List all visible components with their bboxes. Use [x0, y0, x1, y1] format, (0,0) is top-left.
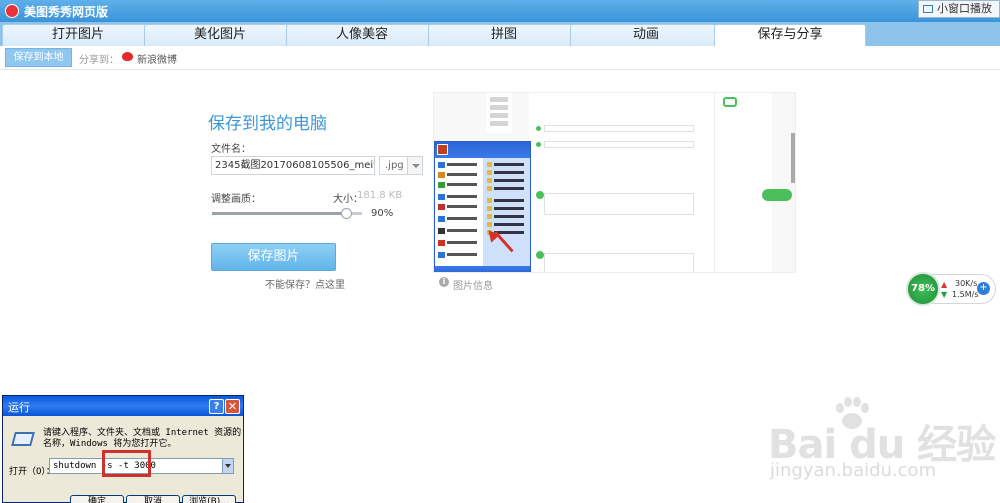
save-local-button[interactable]: 保存到本地	[5, 48, 72, 67]
run-description: 请键入程序、文件夹、文档或 Internet 资源的名称，Windows 将为您…	[43, 428, 242, 449]
image-preview	[433, 92, 796, 273]
run-dialog-titlebar[interactable]: 运行 ? ✕	[3, 396, 243, 416]
annotation-highlight-box	[102, 450, 151, 477]
download-speed: 1.5M/s	[952, 290, 979, 299]
upload-arrow-icon: ▲	[941, 280, 948, 289]
tab-animation[interactable]: 动画	[570, 24, 722, 46]
mini-window-icon	[923, 5, 933, 13]
extension-select[interactable]: .jpg	[379, 156, 423, 175]
sub-navigation: 保存到本地 分享到： 新浪微博	[0, 46, 1000, 70]
info-icon[interactable]: i	[439, 277, 449, 287]
quality-slider-handle[interactable]	[341, 208, 352, 219]
image-info-link[interactable]: 图片信息	[453, 277, 493, 292]
download-arrow-icon: ▼	[941, 290, 948, 299]
size-value: 181.8 KB	[357, 190, 403, 201]
quality-percent: 90%	[371, 208, 394, 219]
chevron-down-icon[interactable]	[222, 459, 233, 473]
weibo-link[interactable]: 新浪微博	[137, 51, 177, 66]
share-to-label: 分享到：	[79, 55, 119, 66]
tab-open-image[interactable]: 打开图片	[2, 24, 154, 46]
upload-speed: 30K/s	[955, 279, 978, 288]
meitu-web-app: 美图秀秀网页版 小窗口播放 打开图片 美化图片 人像美容 拼图 动画 保存与分享…	[0, 0, 1000, 503]
tab-collage[interactable]: 拼图	[428, 24, 580, 46]
plus-icon[interactable]: +	[977, 282, 990, 295]
cant-save-link[interactable]: 不能保存？点这里	[265, 276, 345, 291]
quality-slider[interactable]	[212, 212, 362, 215]
mini-window-label: 小窗口播放	[937, 2, 992, 15]
help-button[interactable]: ?	[209, 399, 224, 414]
title-bar: 美图秀秀网页版 小窗口播放	[0, 0, 1000, 22]
filename-input[interactable]: 2345截图20170608105506_meitu_4	[211, 156, 375, 175]
tab-beautify[interactable]: 美化图片	[144, 24, 296, 46]
save-panel-title: 保存到我的电脑	[208, 114, 327, 134]
meitu-logo-icon	[5, 4, 19, 18]
mini-window-button[interactable]: 小窗口播放	[918, 0, 1000, 18]
chevron-down-icon[interactable]	[407, 157, 422, 174]
ok-button[interactable]: 确定	[70, 495, 124, 503]
cancel-button[interactable]: 取消	[126, 495, 180, 503]
extension-value: .jpg	[385, 160, 404, 171]
quality-slider-fill	[212, 212, 347, 215]
tab-portrait[interactable]: 人像美容	[286, 24, 438, 46]
run-program-icon	[11, 432, 35, 446]
tab-save-share[interactable]: 保存与分享	[714, 24, 866, 46]
weibo-icon[interactable]	[122, 52, 133, 61]
app-title: 美图秀秀网页版	[24, 5, 109, 19]
browse-button[interactable]: 浏览(B)...	[182, 495, 236, 503]
run-dialog: 运行 ? ✕ 请键入程序、文件夹、文档或 Internet 资源的名称，Wind…	[2, 395, 244, 503]
save-image-button[interactable]: 保存图片	[211, 243, 336, 271]
close-button[interactable]: ✕	[225, 399, 240, 414]
main-tabs: 打开图片 美化图片 人像美容 拼图 动画 保存与分享	[0, 22, 1000, 46]
preview-start-menu	[434, 141, 531, 272]
preview-right-panel	[714, 93, 772, 272]
memory-usage-badge[interactable]: 78%	[906, 272, 940, 306]
filename-label: 文件名：	[211, 144, 251, 155]
watermark-url: jingyan.baidu.com	[770, 460, 937, 481]
run-dialog-title: 运行	[8, 401, 30, 414]
preview-form	[529, 93, 729, 272]
preview-logo-icon	[723, 97, 737, 107]
quality-label: 调整画质：	[211, 194, 261, 205]
